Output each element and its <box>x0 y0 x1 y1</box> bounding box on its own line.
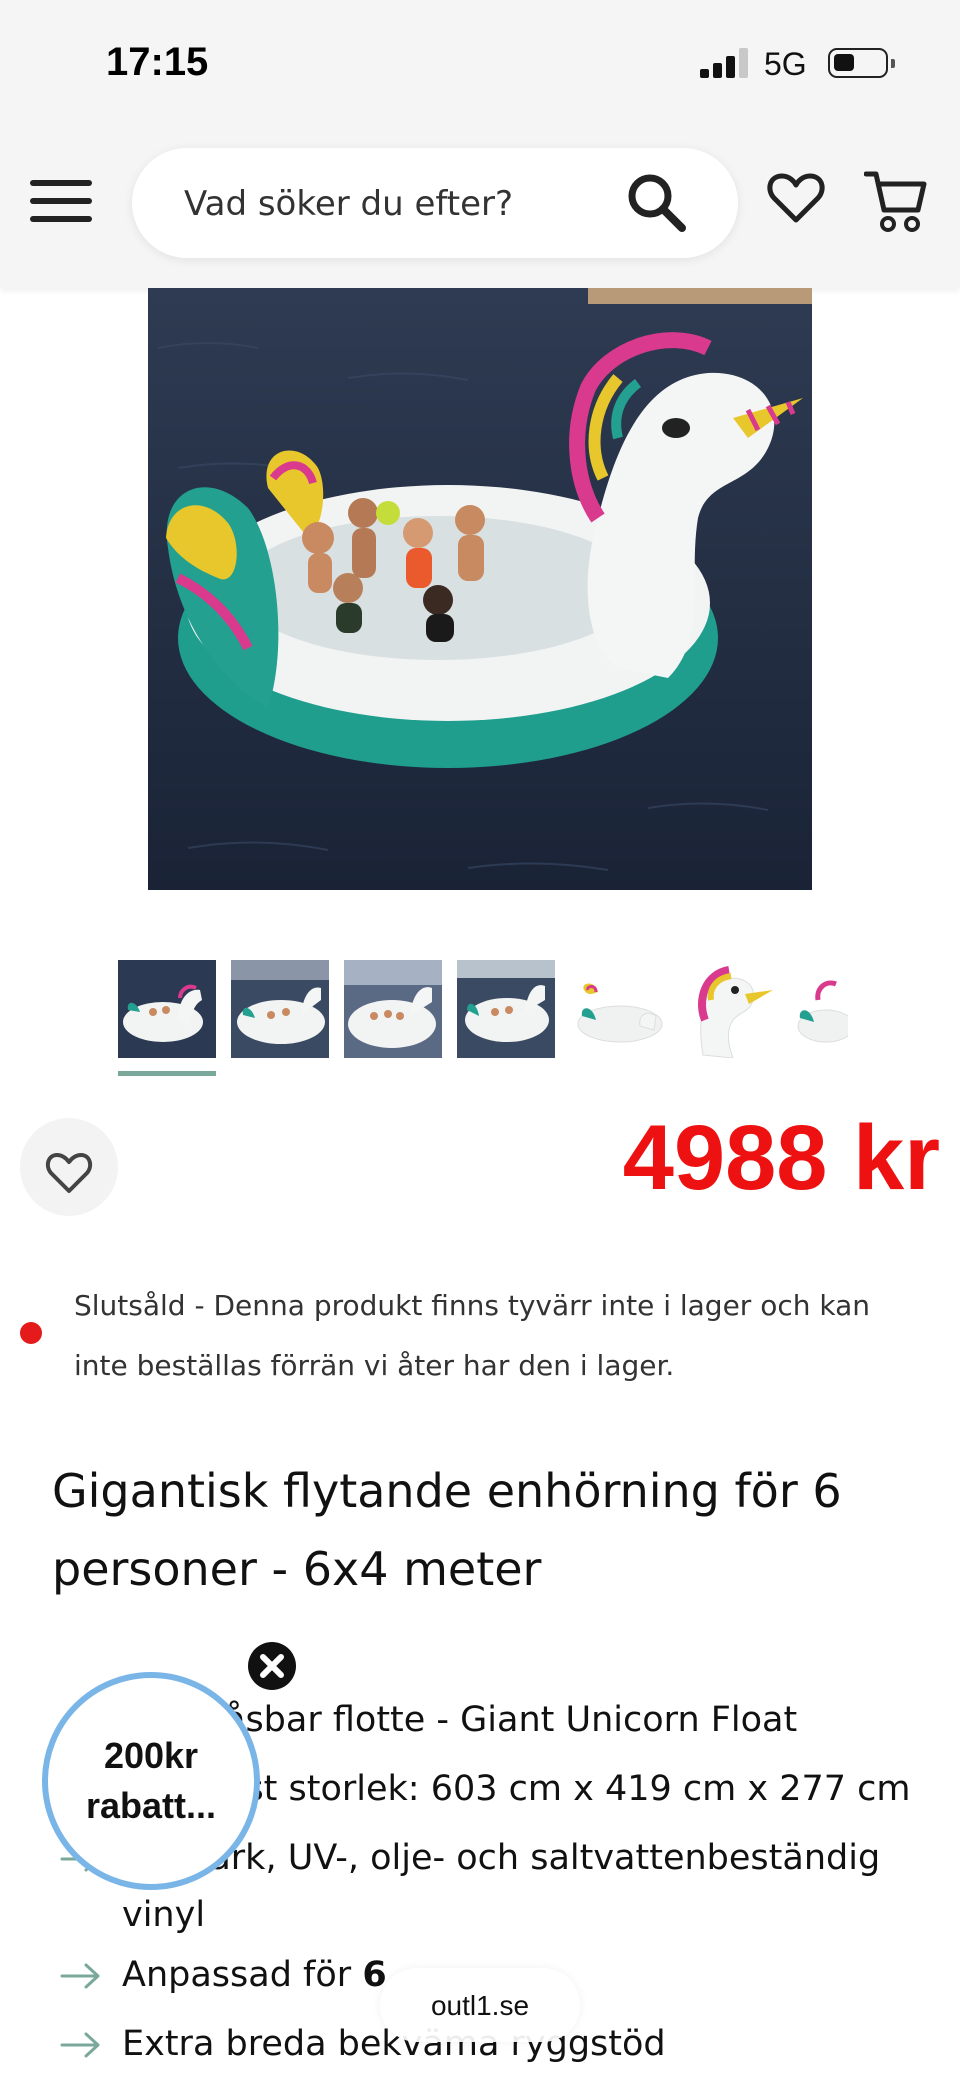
wishlist-heart-icon[interactable] <box>766 168 826 228</box>
site-header <box>0 118 960 288</box>
discount-label: 200kr rabatt... <box>85 1735 217 1826</box>
battery-icon <box>828 48 895 78</box>
search-bar <box>132 148 738 258</box>
browser-url-pill[interactable]: outl1.se <box>380 1968 580 2042</box>
product-price: 4988 kr <box>622 1107 940 1209</box>
thumbnail-7[interactable] <box>796 960 848 1058</box>
thumbnail-4[interactable] <box>457 960 555 1058</box>
stock-notice: Slutsåld - Denna produkt finns tyvärr in… <box>74 1289 871 1382</box>
thumbnail-2[interactable] <box>231 960 329 1058</box>
thumbnail-1[interactable] <box>118 960 216 1058</box>
cart-icon[interactable] <box>863 168 928 234</box>
status-time: 17:15 <box>106 40 209 84</box>
product-title: Gigantisk flytande enhörning för 6 perso… <box>52 1464 842 1596</box>
search-input[interactable] <box>184 176 604 232</box>
close-icon[interactable] <box>248 1642 296 1690</box>
discount-badge[interactable]: 200kr rabatt... <box>42 1672 260 1890</box>
search-icon[interactable] <box>624 170 690 236</box>
thumbnail-5[interactable] <box>570 960 668 1058</box>
status-bar: 17:15 5G <box>0 0 960 118</box>
network-label: 5G <box>764 46 807 82</box>
feature-text-continued: vinyl <box>122 1895 206 1935</box>
menu-button[interactable] <box>30 180 92 222</box>
favorite-button[interactable] <box>20 1118 118 1216</box>
thumbnail-active-indicator <box>118 1071 216 1076</box>
arrow-right-icon <box>60 2032 100 2058</box>
thumbnail-3[interactable] <box>344 960 442 1058</box>
arrow-right-icon <box>60 1963 100 1989</box>
signal-icon <box>700 48 750 78</box>
feature-text: Anpassad för <box>122 1955 363 1995</box>
out-of-stock-indicator <box>20 1322 42 1344</box>
thumbnail-6[interactable] <box>683 960 781 1058</box>
product-main-image[interactable] <box>148 288 812 890</box>
thumbnail-gallery <box>118 960 848 1080</box>
url-text: outl1.se <box>430 1990 530 2021</box>
